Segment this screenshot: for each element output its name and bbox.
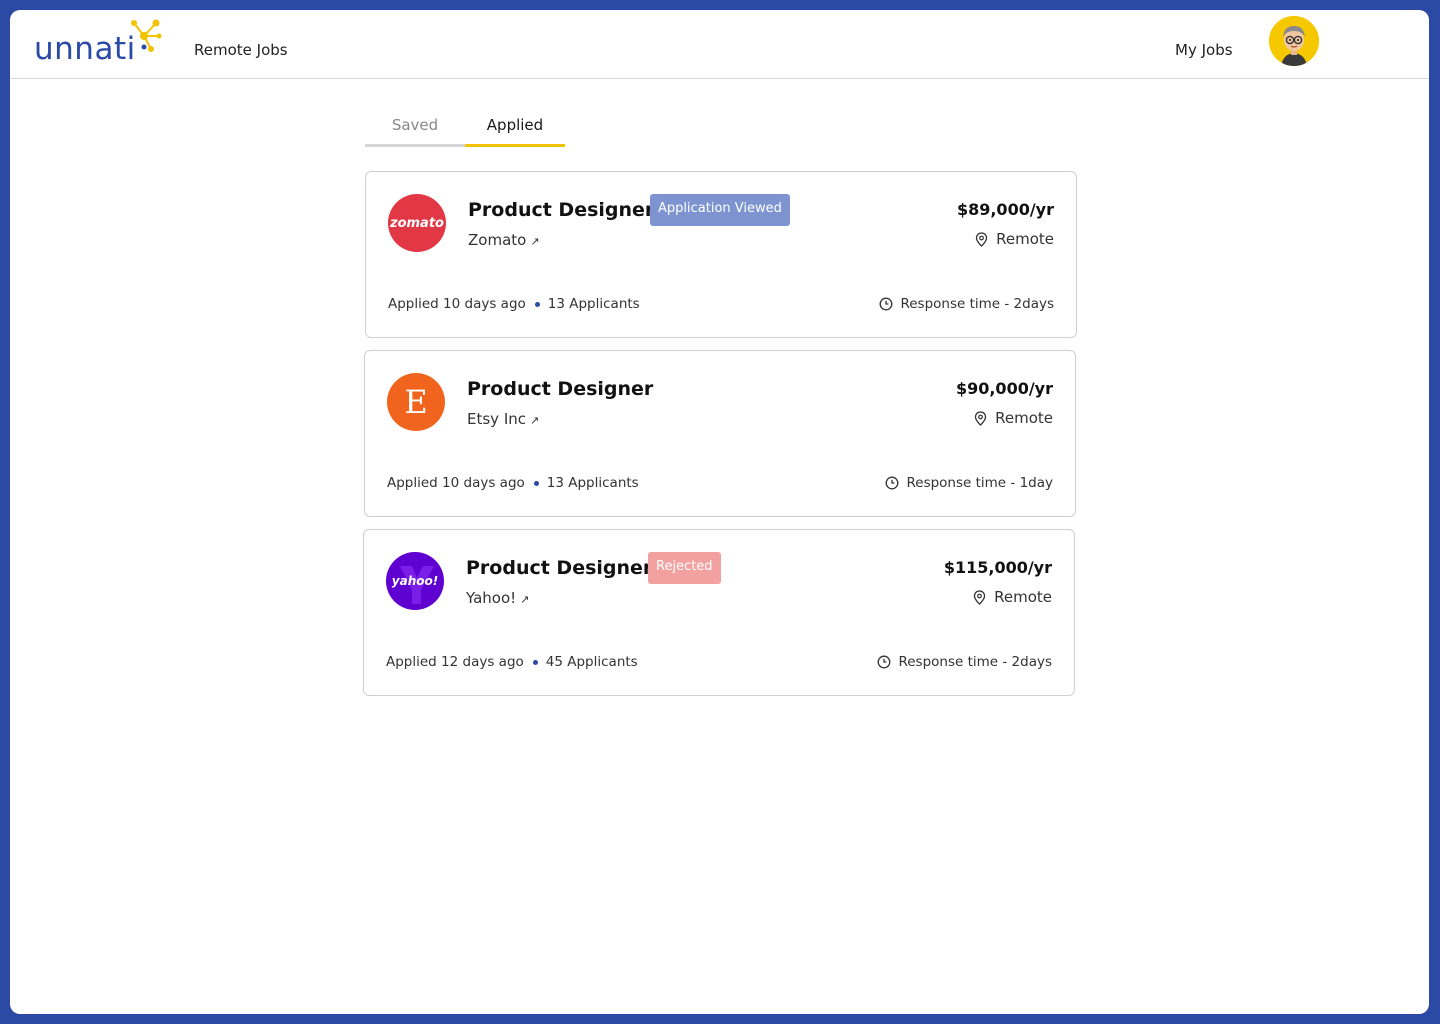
clock-icon bbox=[880, 297, 893, 311]
applied-date: Applied 10 days ago bbox=[388, 296, 526, 312]
clock-icon bbox=[886, 476, 899, 490]
status-badge-rejected: Rejected bbox=[648, 552, 721, 584]
response-time-label: Response time - 2days bbox=[900, 296, 1054, 312]
nav-remote-jobs[interactable]: Remote Jobs bbox=[194, 41, 288, 59]
applied-date: Applied 10 days ago bbox=[387, 475, 525, 491]
separator-dot bbox=[532, 659, 538, 665]
applied-date: Applied 12 days ago bbox=[386, 654, 524, 670]
job-card-zomato[interactable]: zomato Product Designer Application View… bbox=[365, 171, 1077, 338]
company-name: Yahoo! bbox=[466, 589, 517, 607]
top-navbar: unnati Remote Jobs My Jobs bbox=[10, 10, 1429, 79]
app-window: unnati Remote Jobs My Jobs Saved Applied… bbox=[10, 10, 1429, 1014]
company-link[interactable]: Yahoo! ↗ bbox=[466, 589, 529, 607]
job-title[interactable]: Product Designer bbox=[467, 378, 653, 400]
application-meta: Applied 10 days ago 13 Applicants bbox=[388, 296, 640, 312]
separator-dot bbox=[534, 301, 540, 307]
job-card-etsy[interactable]: E Product Designer Etsy Inc ↗ $90,000/yr … bbox=[364, 350, 1076, 517]
zomato-logo-text: zomato bbox=[390, 215, 444, 231]
location-label: Remote bbox=[994, 588, 1052, 606]
zomato-logo: zomato bbox=[388, 194, 446, 252]
response-time: Response time - 2days bbox=[879, 296, 1054, 312]
external-link-icon: ↗ bbox=[530, 414, 540, 427]
response-time: Response time - 2days bbox=[877, 654, 1052, 670]
logo-wordmark: unnati bbox=[34, 31, 136, 67]
location-pin-icon bbox=[973, 589, 986, 605]
etsy-logo-text: E bbox=[404, 383, 428, 421]
location-label: Remote bbox=[995, 409, 1053, 427]
clock-icon bbox=[878, 655, 891, 669]
job-card-yahoo[interactable]: yahoo! Product Designer Rejected Yahoo! ↗… bbox=[363, 529, 1075, 696]
job-title[interactable]: Product Designer bbox=[468, 199, 654, 221]
salary: $90,000/yr bbox=[955, 379, 1053, 398]
job-status-tabs: Saved Applied bbox=[365, 106, 565, 147]
etsy-logo: E bbox=[387, 373, 445, 431]
company-name: Etsy Inc bbox=[467, 410, 526, 428]
applicants-count: 13 Applicants bbox=[547, 296, 640, 312]
location-pin-icon bbox=[975, 231, 988, 247]
yahoo-logo: yahoo! bbox=[386, 552, 444, 610]
separator-dot bbox=[533, 480, 539, 486]
salary: $115,000/yr bbox=[943, 558, 1052, 577]
avatar-illustration-icon bbox=[1269, 16, 1319, 66]
external-link-icon: ↗ bbox=[520, 593, 530, 606]
location: Remote bbox=[974, 409, 1053, 427]
location-label: Remote bbox=[996, 230, 1054, 248]
tab-saved[interactable]: Saved bbox=[365, 106, 465, 147]
job-title[interactable]: Product Designer bbox=[466, 557, 652, 579]
applicants-count: 45 Applicants bbox=[545, 654, 638, 670]
location: Remote bbox=[973, 588, 1052, 606]
response-time-label: Response time - 2days bbox=[898, 654, 1052, 670]
response-time-label: Response time - 1day bbox=[906, 475, 1053, 491]
yahoo-logo-text: yahoo! bbox=[391, 574, 439, 588]
external-link-icon: ↗ bbox=[530, 235, 540, 248]
company-link[interactable]: Zomato ↗ bbox=[468, 231, 540, 249]
tab-applied[interactable]: Applied bbox=[465, 106, 565, 147]
applicants-count: 13 Applicants bbox=[546, 475, 639, 491]
application-meta: Applied 12 days ago 45 Applicants bbox=[386, 654, 638, 670]
unnati-logo[interactable]: unnati bbox=[34, 16, 166, 67]
response-time: Response time - 1day bbox=[885, 475, 1053, 491]
logo-network-icon bbox=[131, 19, 162, 52]
application-meta: Applied 10 days ago 13 Applicants bbox=[387, 475, 639, 491]
status-badge-viewed: Application Viewed bbox=[650, 194, 790, 226]
salary: $89,000/yr bbox=[956, 200, 1054, 219]
location-pin-icon bbox=[974, 410, 987, 426]
company-name: Zomato bbox=[468, 231, 527, 249]
company-link[interactable]: Etsy Inc ↗ bbox=[467, 410, 539, 428]
nav-my-jobs[interactable]: My Jobs bbox=[1175, 41, 1233, 59]
location: Remote bbox=[975, 230, 1054, 248]
user-avatar[interactable] bbox=[1269, 16, 1319, 66]
